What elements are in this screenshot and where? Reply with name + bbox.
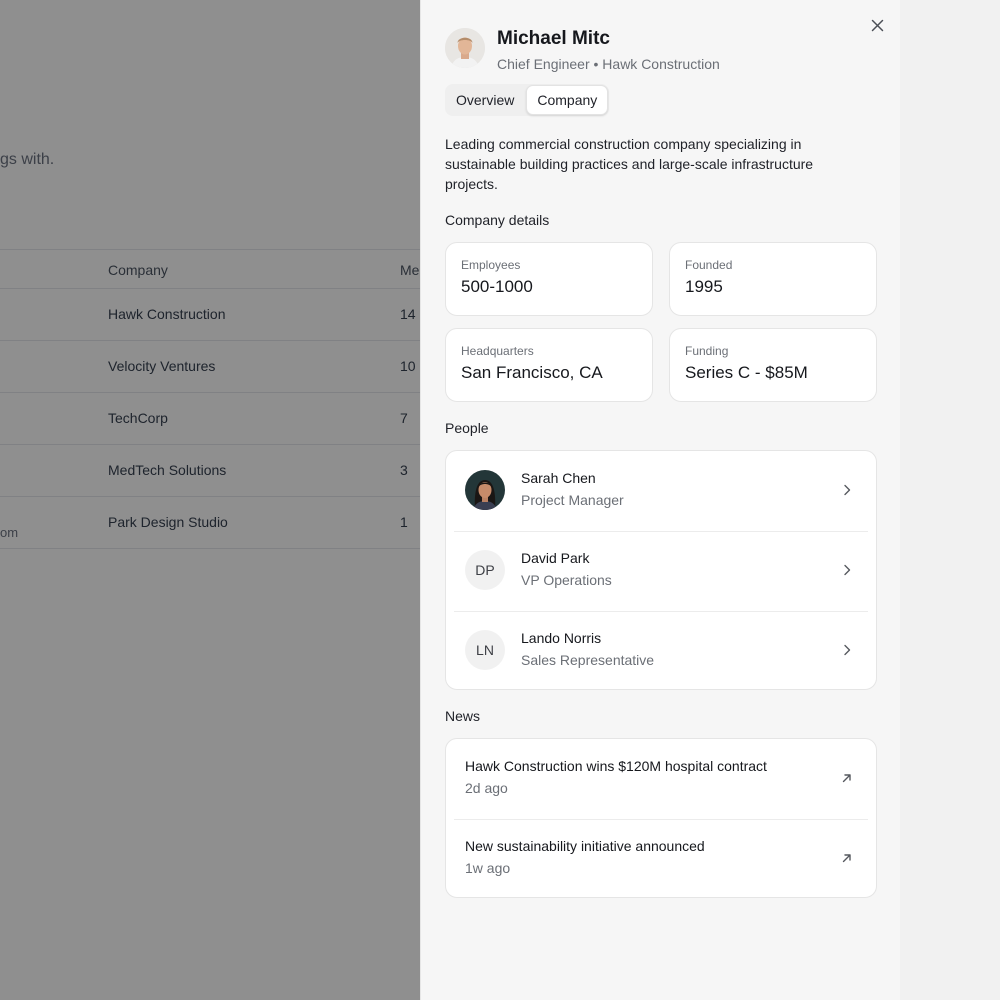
news-headline: New sustainability initiative announced (465, 838, 705, 854)
right-gutter (900, 0, 1000, 1000)
news-list: Hawk Construction wins $120M hospital co… (445, 738, 877, 898)
funding-label: Funding (685, 344, 729, 358)
founded-label: Founded (685, 258, 733, 272)
panel-tabs: Overview Company (445, 84, 610, 116)
person-item-sarah-chen[interactable]: Sarah Chen Project Manager (446, 451, 876, 531)
contact-side-panel: Michael Mitc Chief Engineer • Hawk Const… (420, 0, 900, 1000)
tab-overview[interactable]: Overview (446, 85, 524, 115)
headquarters-value: San Francisco, CA (461, 363, 603, 382)
news-time: 2d ago (465, 780, 508, 796)
person-item-lando-norris[interactable]: LN Lando Norris Sales Representative (446, 611, 876, 691)
news-item[interactable]: Hawk Construction wins $120M hospital co… (446, 739, 876, 819)
company-details-title: Company details (445, 212, 550, 228)
avatar-initials: DP (465, 550, 505, 590)
tab-company[interactable]: Company (526, 85, 609, 115)
news-time: 1w ago (465, 860, 511, 876)
people-title: People (445, 420, 489, 436)
avatar-initials: LN (465, 630, 505, 670)
person-role: Project Manager (521, 492, 624, 508)
founded-value: 1995 (685, 277, 723, 296)
chevron-right-icon (844, 564, 851, 576)
close-button[interactable] (866, 14, 888, 36)
news-headline: Hawk Construction wins $120M hospital co… (465, 758, 767, 774)
headquarters-card: Headquarters San Francisco, CA (445, 328, 653, 402)
avatar (465, 470, 505, 510)
funding-value: Series C - $85M (685, 363, 808, 382)
employees-label: Employees (461, 258, 521, 272)
avatar-photo-icon (445, 28, 485, 68)
contact-subtitle: Chief Engineer • Hawk Construction (497, 56, 720, 72)
chevron-right-icon (844, 484, 851, 496)
headquarters-label: Headquarters (461, 344, 534, 358)
arrow-up-right-icon (842, 774, 851, 783)
news-title: News (445, 708, 481, 724)
people-list: Sarah Chen Project Manager DP David Park… (445, 450, 877, 690)
chevron-right-icon (844, 644, 851, 656)
person-name: Lando Norris (521, 630, 602, 646)
avatar-photo-icon (465, 470, 505, 510)
employees-card: Employees 500-1000 (445, 242, 653, 316)
avatar (445, 28, 485, 68)
person-name: Sarah Chen (521, 470, 596, 486)
employees-value: 500-1000 (461, 277, 533, 296)
person-name: David Park (521, 550, 590, 566)
person-role: Sales Representative (521, 652, 655, 668)
person-role: VP Operations (521, 572, 612, 588)
funding-card: Funding Series C - $85M (669, 328, 877, 402)
close-icon (871, 19, 883, 31)
arrow-up-right-icon (842, 854, 851, 863)
person-item-david-park[interactable]: DP David Park VP Operations (446, 531, 876, 611)
company-description: Leading commercial construction company … (445, 136, 814, 192)
contact-name: Michael Mitc (497, 28, 610, 49)
news-item[interactable]: New sustainability initiative announced … (446, 819, 876, 899)
founded-card: Founded 1995 (669, 242, 877, 316)
